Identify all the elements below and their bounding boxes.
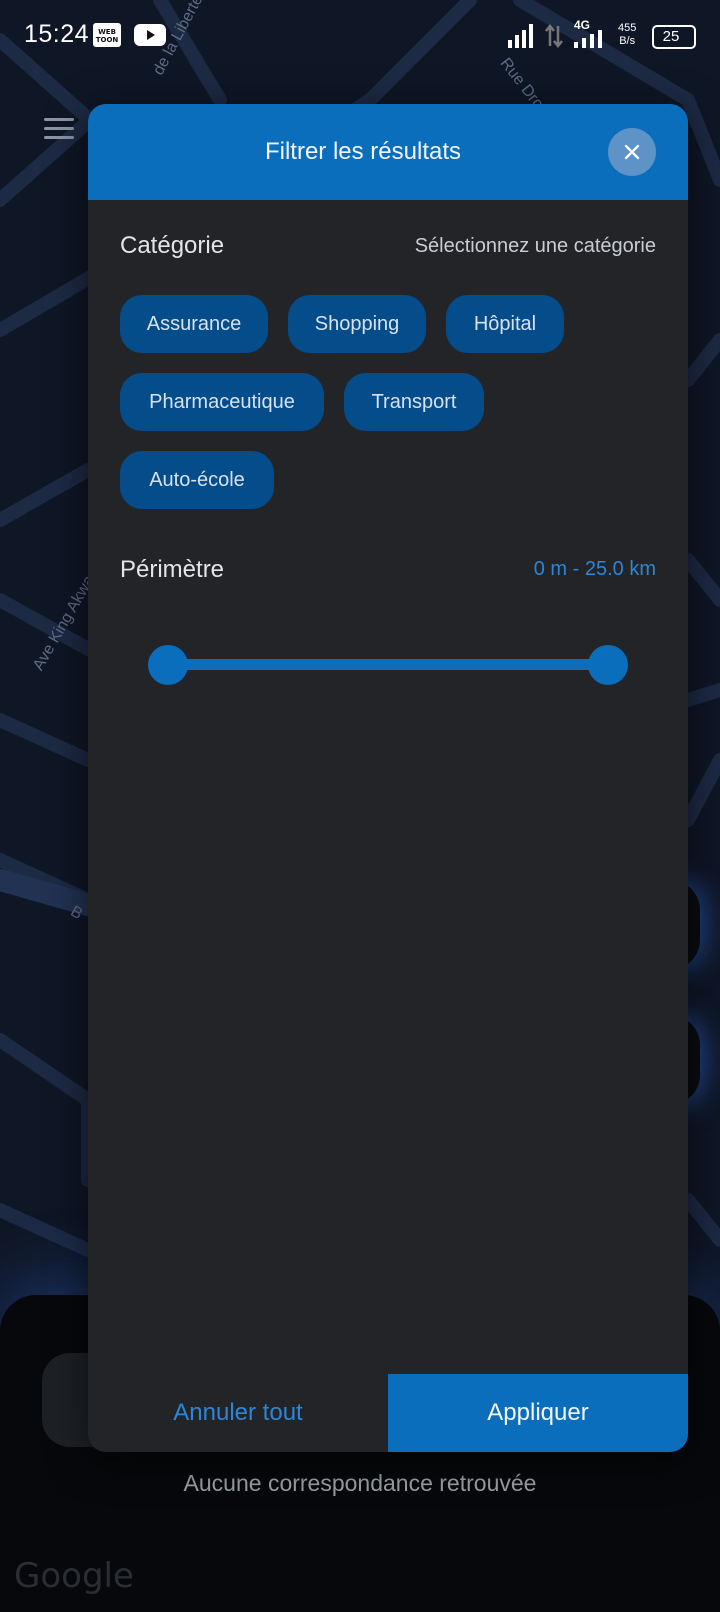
empty-results-message: Aucune correspondance retrouvée — [183, 1470, 537, 1496]
battery-level: 25 — [662, 28, 680, 45]
perimeter-value: 0 m - 25.0 km — [533, 558, 656, 580]
chip-hopital[interactable]: Hôpital — [446, 295, 564, 353]
svg-text:WEB: WEB — [98, 28, 116, 36]
webtoon-icon: WEB TOON — [92, 20, 122, 50]
data-arrows-icon — [545, 23, 563, 53]
chip-shopping[interactable]: Shopping — [288, 295, 426, 353]
perimeter-slider-min-handle[interactable] — [148, 645, 188, 685]
signal-icon-2 — [574, 30, 604, 53]
status-bar: 15:24 WEB TOON 4G 455 B/s 25 — [0, 0, 720, 72]
chip-transport[interactable]: Transport — [344, 373, 484, 431]
perimeter-slider-max-handle[interactable] — [588, 645, 628, 685]
network-speed: 455 B/s — [618, 22, 636, 48]
cancel-all-button[interactable]: Annuler tout — [88, 1374, 388, 1452]
dialog-header: Filtrer les résultats — [88, 104, 688, 200]
apply-button[interactable]: Appliquer — [388, 1374, 688, 1452]
close-button[interactable] — [608, 128, 656, 176]
category-select[interactable]: Sélectionnez une catégorie — [415, 235, 656, 258]
perimeter-label: Périmètre — [120, 556, 225, 583]
chip-assurance[interactable]: Assurance — [120, 295, 268, 353]
perimeter-slider-track[interactable] — [168, 659, 608, 670]
chip-auto-ecole[interactable]: Auto-école — [120, 451, 274, 509]
svg-text:TOON: TOON — [96, 36, 119, 44]
close-icon — [624, 144, 640, 160]
status-time: 15:24 — [24, 20, 90, 48]
chip-pharmaceutique[interactable]: Pharmaceutique — [120, 373, 324, 431]
youtube-icon — [134, 20, 166, 50]
battery-icon: 25 — [652, 25, 696, 49]
signal-icon — [508, 24, 536, 53]
menu-icon[interactable] — [44, 118, 74, 140]
network-speed-value: 455 — [618, 22, 637, 34]
filter-dialog: Filtrer les résultats Catégorie Sélectio… — [88, 104, 688, 1452]
google-logo: Google — [14, 1556, 134, 1596]
network-speed-unit: B/s — [619, 35, 636, 47]
dialog-title: Filtrer les résultats — [264, 138, 462, 165]
category-label: Catégorie — [120, 232, 225, 259]
